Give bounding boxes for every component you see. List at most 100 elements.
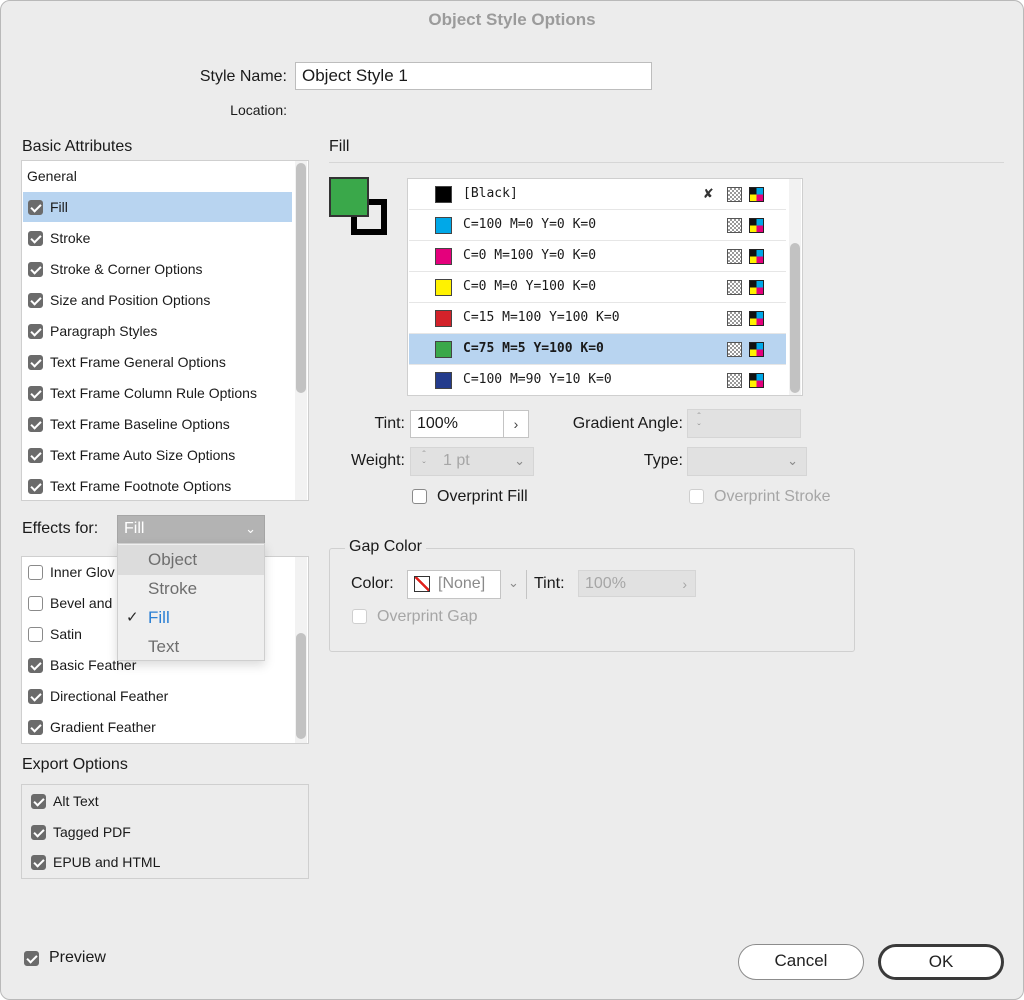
menu-item-stroke[interactable]: Stroke [118,574,264,604]
cmyk-icon [749,187,764,202]
cmyk-icon [749,249,764,264]
ok-button[interactable]: OK [878,944,1004,980]
swatches-scrollbar[interactable] [789,179,801,395]
cancel-button[interactable]: Cancel [738,944,864,980]
overprint-gap-checkbox[interactable] [352,609,367,624]
style-name-input[interactable]: Object Style 1 [295,62,652,90]
basic-scrollbar-thumb[interactable] [296,163,306,393]
swatches-scrollbar-thumb[interactable] [790,243,800,393]
swatch-label: C=100 M=90 Y=10 K=0 [463,372,612,387]
tf-baseline-checkbox[interactable] [28,417,43,432]
list-item-label: Size and Position Options [50,292,211,308]
list-item-tf-footnote[interactable]: Text Frame Footnote Options [23,471,292,500]
bevel-emboss-checkbox[interactable] [28,596,43,611]
stroke-checkbox[interactable] [28,231,43,246]
tint-input[interactable]: 100% [410,410,504,438]
swatch-chip [435,372,452,389]
swatch-magenta[interactable]: C=0 M=100 Y=0 K=0 [409,241,786,272]
basic-attributes-title: Basic Attributes [22,138,133,155]
swatch-blue[interactable]: C=100 M=90 Y=10 K=0 [409,365,786,395]
effects-scrollbar-thumb[interactable] [296,633,306,739]
gap-tint-value: 100% [585,575,626,592]
menu-item-label: Fill [148,608,170,627]
weight-dropdown[interactable]: ˆˇ 1 pt ⌄ [410,447,534,476]
chevron-down-icon: ⌄ [787,453,798,468]
tint-label: Tint: [374,415,405,432]
stroke-corner-checkbox[interactable] [28,262,43,277]
list-item-label: Text Frame Auto Size Options [50,447,236,463]
list-item-paragraph-styles[interactable]: Paragraph Styles [23,316,292,346]
process-color-icon [727,249,742,264]
swatch-chip [435,341,452,358]
gradient-angle-input[interactable]: ˆˇ [687,409,801,438]
list-item-tf-baseline[interactable]: Text Frame Baseline Options [23,409,292,439]
overprint-gap-option[interactable]: Overprint Gap [352,608,552,628]
overprint-stroke-checkbox[interactable] [689,489,704,504]
effects-scrollbar[interactable] [295,557,307,743]
swatch-yellow[interactable]: C=0 M=0 Y=100 K=0 [409,272,786,303]
preview-checkbox[interactable] [24,951,39,966]
menu-item-object[interactable]: Object [118,545,264,575]
list-item-label: EPUB and HTML [53,854,161,870]
list-item-label: Alt Text [53,793,99,809]
list-item-tf-general[interactable]: Text Frame General Options [23,347,292,377]
epub-html-checkbox[interactable] [31,855,46,870]
gap-color-title: Gap Color [345,538,426,556]
list-item-fill[interactable]: Fill [23,192,292,222]
list-item-size-position[interactable]: Size and Position Options [23,285,292,315]
list-item-alt-text[interactable]: Alt Text [26,786,304,816]
list-item-gradient-feather[interactable]: Gradient Feather [23,712,292,742]
overprint-stroke-option[interactable]: Overprint Stroke [689,488,889,508]
basic-scrollbar[interactable] [295,161,307,500]
tf-auto-size-checkbox[interactable] [28,448,43,463]
fill-checkbox[interactable] [28,200,43,215]
directional-feather-checkbox[interactable] [28,689,43,704]
fill-section-title: Fill [329,138,350,155]
list-item-stroke-corner[interactable]: Stroke & Corner Options [23,254,292,284]
swatch-chip [435,217,452,234]
list-item-tagged-pdf[interactable]: Tagged PDF [26,817,304,847]
satin-checkbox[interactable] [28,627,43,642]
list-item-label: General [27,168,77,184]
menu-item-text[interactable]: Text [118,632,264,662]
tagged-pdf-checkbox[interactable] [31,825,46,840]
basic-feather-checkbox[interactable] [28,658,43,673]
process-color-icon [727,218,742,233]
tf-column-rule-checkbox[interactable] [28,386,43,401]
alt-text-checkbox[interactable] [31,794,46,809]
list-item-label: Text Frame Column Rule Options [50,385,257,401]
overprint-fill-option[interactable]: Overprint Fill [412,488,612,508]
preview-label: Preview [49,949,106,966]
list-item-stroke[interactable]: Stroke [23,223,292,253]
list-item-label: Text Frame Footnote Options [50,478,232,494]
size-position-checkbox[interactable] [28,293,43,308]
preview-option[interactable]: Preview [24,949,164,970]
swatch-black[interactable]: [Black] ✘ [409,179,786,210]
tf-general-checkbox[interactable] [28,355,43,370]
effects-for-dropdown[interactable]: Fill ⌄ [117,515,265,544]
paragraph-styles-checkbox[interactable] [28,324,43,339]
swatch-red[interactable]: C=15 M=100 Y=100 K=0 [409,303,786,334]
menu-item-fill[interactable]: ✓ Fill [118,603,264,633]
gap-color-dropdown[interactable]: [None] ⌄ [407,570,527,599]
list-item-tf-auto-size[interactable]: Text Frame Auto Size Options [23,440,292,470]
cmyk-icon [749,311,764,326]
overprint-fill-checkbox[interactable] [412,489,427,504]
swatch-cyan[interactable]: C=100 M=0 Y=0 K=0 [409,210,786,241]
tf-footnote-checkbox[interactable] [28,479,43,494]
gap-color-label: Color: [351,575,394,592]
list-item-directional-feather[interactable]: Directional Feather [23,681,292,711]
gradient-feather-checkbox[interactable] [28,720,43,735]
list-item-epub-html[interactable]: EPUB and HTML [26,847,304,877]
effects-for-menu: Object Stroke ✓ Fill Text [117,543,265,661]
cmyk-icon [749,280,764,295]
list-item-tf-column-rule[interactable]: Text Frame Column Rule Options [23,378,292,408]
fill-proxy-icon[interactable] [329,177,369,217]
list-item-label: Stroke [50,230,91,246]
swatch-green[interactable]: C=75 M=5 Y=100 K=0 [409,334,786,365]
gap-tint-input[interactable]: 100% › [578,570,696,597]
type-dropdown[interactable]: ⌄ [687,447,807,476]
inner-glow-checkbox[interactable] [28,565,43,580]
list-item-general[interactable]: General [23,161,292,191]
overprint-gap-label: Overprint Gap [377,608,478,625]
